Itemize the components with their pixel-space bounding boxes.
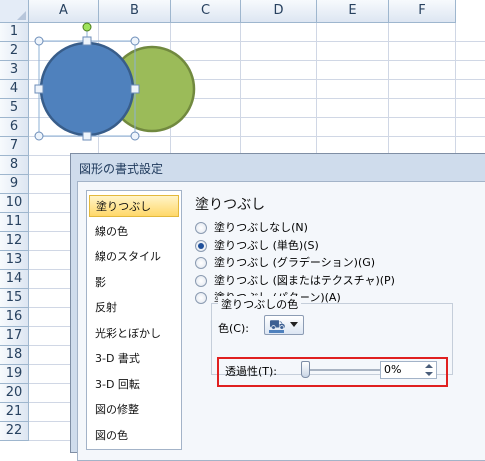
radio-button[interactable] [195, 292, 207, 304]
fill-color-group-label: 塗りつぶしの色 [218, 296, 302, 312]
fill-option-label: 塗りつぶし (単色)(S) [214, 238, 319, 252]
blue-circle[interactable] [39, 41, 135, 137]
fill-option-label: 塗りつぶしなし(N) [214, 221, 308, 234]
category-item[interactable]: 3-D 回転 [89, 374, 179, 396]
dialog-body: 塗りつぶし 線の色 線のスタイル影反射 光彩とぼかし 3-D 書式 3-D 回転 図の修整図… [77, 181, 485, 461]
radio-button[interactable] [195, 239, 207, 252]
radio-button[interactable] [195, 274, 207, 287]
category-item[interactable]: 影 [89, 272, 179, 294]
spin-up-icon[interactable] [425, 364, 433, 368]
category-item[interactable]: 図の修整 [89, 399, 179, 421]
dialog-title: 図形の書式設定 [79, 162, 164, 176]
transparency-slider-thumb[interactable] [301, 361, 310, 378]
category-item[interactable]: 光彩とぼかし [89, 323, 179, 345]
resize-handle-tl[interactable] [34, 36, 44, 46]
resize-handle-b[interactable] [82, 131, 92, 141]
color-picker-button[interactable]: ⛟ [264, 315, 304, 335]
transparency-row: 透過性(T): 0% [217, 357, 442, 382]
rotation-handle[interactable] [82, 22, 92, 32]
category-item[interactable]: 線のスタイル [89, 246, 179, 268]
transparency-label: 透過性(T): [225, 365, 278, 378]
category-item[interactable]: 3-D 書式 [89, 348, 179, 370]
resize-handle-r[interactable] [130, 84, 140, 94]
transparency-value: 0% [384, 363, 402, 376]
category-list: 塗りつぶし線の色線のスタイル影反射光彩とぼかし 3-D 書式 3-D 回転 図の修整図… [86, 190, 182, 450]
category-item[interactable]: 塗りつぶし [89, 195, 179, 217]
format-shape-dialog: 図形の書式設定 塗りつぶし 線の色 線のスタイル影反射 光彩とぼかし 3-D 書式 3-D… [70, 153, 485, 461]
transparency-input[interactable]: 0% [380, 361, 437, 379]
resize-handle-t[interactable] [82, 36, 92, 46]
color-swatch [269, 330, 284, 333]
radio-button[interactable] [195, 222, 207, 234]
section-title: 塗りつぶし [195, 197, 266, 213]
category-item[interactable]: 線の色 [89, 221, 179, 243]
transparency-spinner[interactable] [423, 363, 435, 377]
fill-option-label: 塗りつぶし (図またはテクスチャ)(P) [214, 273, 395, 287]
resize-handle-br[interactable] [130, 131, 140, 141]
category-item[interactable]: 反射 [89, 297, 179, 319]
resize-handle-l[interactable] [34, 84, 44, 94]
spin-down-icon[interactable] [425, 372, 433, 376]
category-item[interactable]: 図の色 [89, 425, 179, 447]
chevron-down-icon [290, 322, 298, 327]
resize-handle-tr[interactable] [130, 36, 140, 46]
fill-panel: 塗りつぶし 塗りつぶしなし(N) 塗りつぶし (単色)(S) 塗りつぶし (グラデー… [191, 190, 485, 452]
radio-button[interactable] [195, 257, 207, 269]
fill-option-label: 塗りつぶし (グラデーション)(G) [214, 256, 376, 269]
resize-handle-bl[interactable] [34, 131, 44, 141]
color-label: 色(C): [218, 322, 249, 335]
